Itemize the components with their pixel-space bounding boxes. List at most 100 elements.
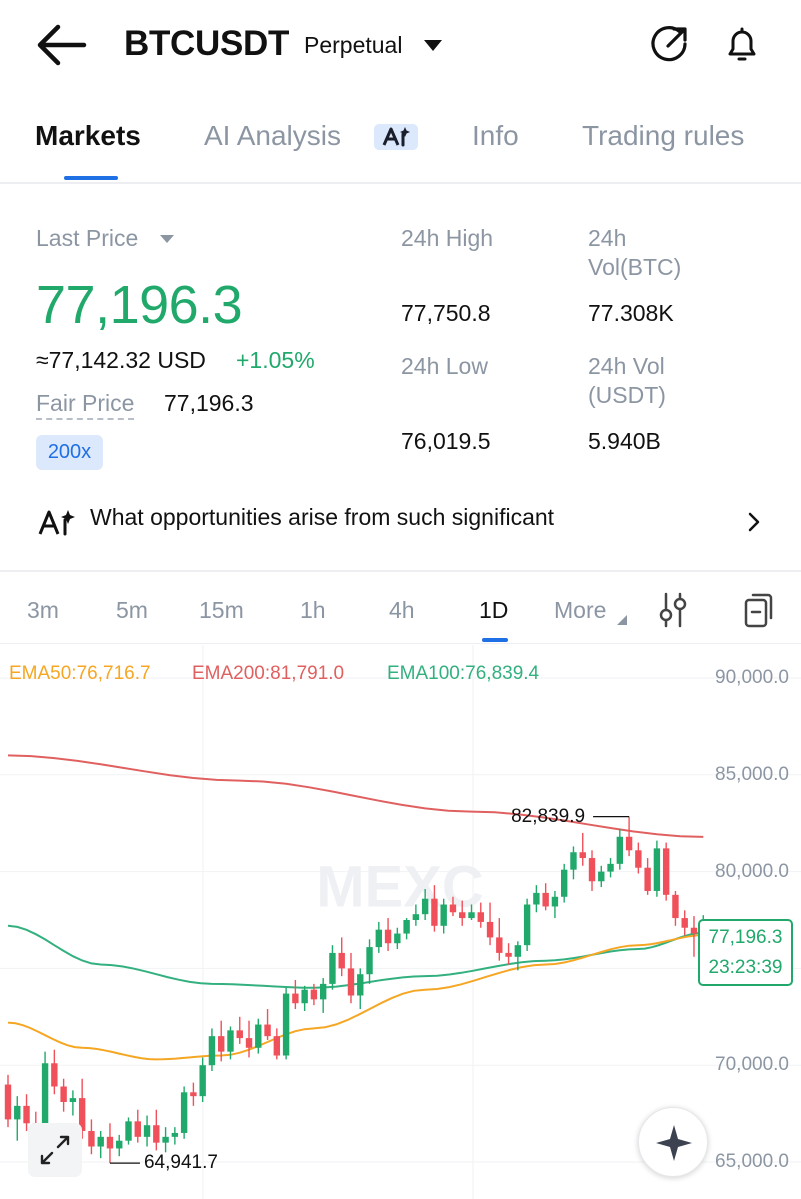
- indicator-settings-icon[interactable]: [656, 592, 690, 628]
- candle-down: [134, 1121, 141, 1137]
- copy-layout-icon[interactable]: [742, 592, 776, 628]
- candle-down: [635, 850, 642, 868]
- candle-down: [431, 898, 438, 926]
- corner-caret-icon: [617, 615, 627, 625]
- back-arrow-icon[interactable]: [36, 22, 90, 68]
- ema200-legend: EMA200:81,791.0: [192, 663, 345, 684]
- candle-down: [449, 904, 457, 913]
- candle-up: [551, 896, 559, 907]
- low-24h-value: 76,019.5: [401, 428, 491, 454]
- ai-sparkle-fab-icon[interactable]: [638, 1107, 708, 1177]
- candle-up: [394, 933, 401, 944]
- usd-equivalent: ≈77,142.32 USD: [36, 347, 206, 373]
- y-axis-tick: 70,000.0: [715, 1054, 789, 1076]
- candle-down: [88, 1131, 95, 1147]
- interval-5m[interactable]: 5m: [116, 597, 148, 624]
- last-price-tag: 77,196.3 23:23:39: [698, 919, 793, 986]
- y-axis-tick: 90,000.0: [715, 667, 789, 688]
- candle-up: [412, 914, 420, 920]
- interval-3m[interactable]: 3m: [27, 597, 59, 624]
- expand-chart-icon[interactable]: [28, 1123, 82, 1177]
- candle-down: [245, 1038, 253, 1048]
- candle-up: [227, 1030, 234, 1052]
- caret-down-icon[interactable]: [160, 235, 174, 243]
- vol-usdt-value: 5.940B: [588, 428, 661, 454]
- vol-usdt-label-line2: (USDT): [588, 382, 666, 408]
- last-price-tag-value: 77,196.3: [708, 927, 783, 948]
- candle-down: [477, 912, 484, 922]
- interval-15m[interactable]: 15m: [199, 597, 244, 624]
- ai-sparkle-icon: [38, 508, 78, 538]
- ema100-line: [7, 924, 704, 989]
- candle-up: [125, 1121, 132, 1141]
- interval-more[interactable]: More: [554, 597, 606, 624]
- candle-up: [357, 974, 364, 996]
- candle-down: [505, 952, 512, 957]
- low-24h-label: 24h Low: [401, 353, 488, 379]
- candle-up: [468, 912, 475, 919]
- candle-up: [561, 869, 568, 897]
- candle-down: [106, 1136, 114, 1149]
- high-24h-label: 24h High: [401, 225, 494, 251]
- candle-down: [690, 927, 698, 934]
- last-price-label[interactable]: Last Price: [36, 224, 138, 253]
- caret-down-icon[interactable]: [424, 40, 442, 51]
- candle-up: [523, 904, 531, 946]
- candle-down: [23, 1105, 30, 1124]
- ema200-line: [7, 754, 704, 838]
- candle-up: [616, 836, 624, 864]
- chevron-right-icon[interactable]: [744, 510, 764, 534]
- candle-up: [598, 871, 605, 882]
- last-price-value: 77,196.3: [36, 275, 243, 335]
- candle-down: [4, 1084, 12, 1120]
- candle-up: [301, 989, 308, 1004]
- candle-down: [218, 1036, 225, 1052]
- tab-trading-rules[interactable]: Trading rules: [582, 120, 744, 152]
- tab-ai-analysis[interactable]: AI Analysis: [204, 120, 341, 152]
- candle-down: [644, 867, 651, 891]
- tab-markets[interactable]: Markets: [35, 120, 141, 152]
- candle-down: [672, 894, 679, 919]
- interval-1d[interactable]: 1D: [479, 597, 508, 624]
- candle-up: [653, 848, 661, 891]
- y-axis-tick: 85,000.0: [715, 763, 789, 785]
- candle-down: [310, 989, 318, 1000]
- candle-up: [366, 947, 373, 975]
- vol-btc-label-line2: Vol(BTC): [588, 254, 682, 280]
- fair-price-label[interactable]: Fair Price: [36, 390, 135, 420]
- candle-up: [69, 1098, 77, 1102]
- candle-up: [533, 892, 540, 905]
- candle-down: [51, 1063, 58, 1087]
- fair-price-value: 77,196.3: [164, 390, 254, 416]
- price-chart[interactable]: MEXC EMA50:76,716.7 EMA200:81,791.0 EMA1…: [0, 645, 801, 1199]
- candle-up: [116, 1140, 123, 1149]
- candle-up: [375, 929, 382, 948]
- interval-1h[interactable]: 1h: [300, 597, 326, 624]
- candle-up: [607, 863, 614, 872]
- watermark: MEXC: [316, 854, 484, 919]
- tab-info[interactable]: Info: [472, 120, 519, 152]
- contract-type-selector[interactable]: Perpetual: [304, 32, 402, 59]
- candle-down: [60, 1086, 67, 1102]
- symbol-title[interactable]: BTCUSDT: [124, 24, 289, 64]
- interval-4h[interactable]: 4h: [389, 597, 415, 624]
- ai-question-row[interactable]: What opportunities arise from such signi…: [0, 492, 801, 554]
- candle-up: [255, 1024, 262, 1048]
- bell-icon[interactable]: [722, 24, 762, 64]
- ai-question-text: What opportunities arise from such signi…: [90, 504, 555, 530]
- y-axis-tick: 65,000.0: [715, 1151, 789, 1172]
- high-24h-value: 77,750.8: [401, 300, 491, 326]
- candle-down: [347, 968, 355, 996]
- market-stats: Last Price 77,196.3 ≈77,142.32 USD +1.05…: [0, 190, 801, 490]
- ai-badge-icon: [374, 124, 418, 150]
- share-arrow-icon[interactable]: [650, 24, 690, 64]
- candle-down: [264, 1024, 271, 1037]
- candle-down: [588, 858, 596, 882]
- interval-selector: 3m 5m 15m 1h 4h 1D More: [0, 572, 801, 644]
- active-interval-indicator: [482, 638, 508, 642]
- candle-down: [459, 912, 466, 919]
- candle-down: [625, 836, 633, 851]
- candle-down: [384, 929, 392, 944]
- candle-down: [273, 1036, 281, 1056]
- candle-up: [329, 952, 336, 984]
